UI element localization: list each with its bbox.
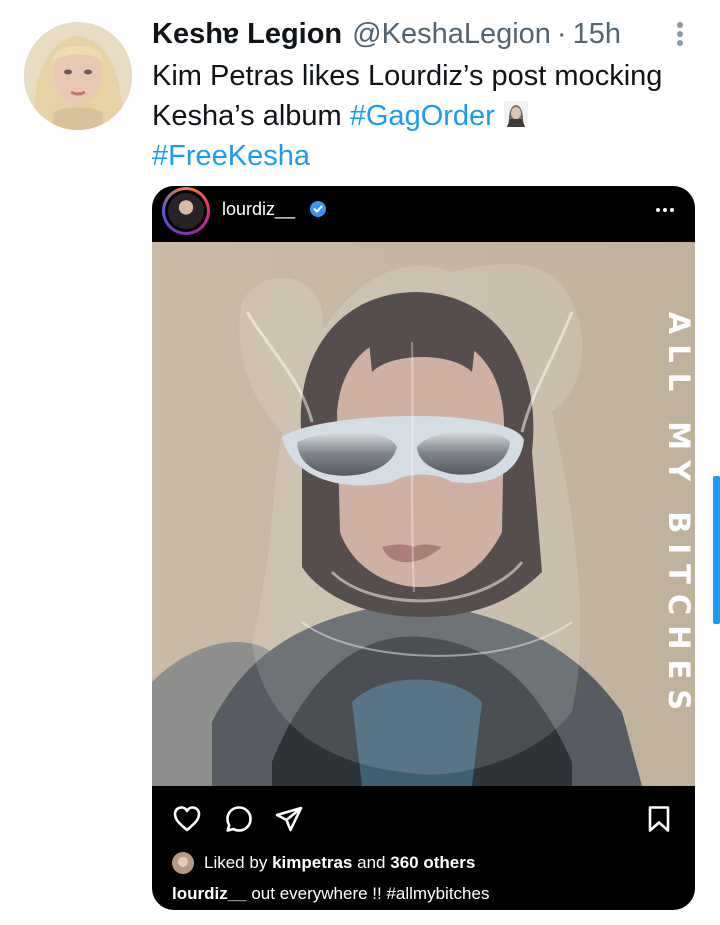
ghost-face-icon [503,101,528,127]
verified-badge-icon [310,201,326,217]
side-text-label: ALL MY BITCHES [662,311,695,721]
photo-side-text: ALL MY BITCHES [662,256,695,776]
liked-by-middle: and [357,853,386,872]
hashtag-freekesha[interactable]: #FreeKesha [152,140,310,172]
liked-by-prefix: Liked by [204,853,268,872]
instagram-caption: lourdiz__ out everywhere !! #allmybitche… [172,882,489,906]
instagram-username: lourdiz__ [222,199,296,219]
more-options-icon[interactable] [668,18,692,50]
tweet-text-line-1: Kim Petras likes Lourdiz’s post mocking [152,60,663,92]
instagram-more-icon [656,208,674,212]
timestamp[interactable]: 15h [573,14,621,54]
scrollbar-thumb[interactable] [713,476,720,624]
comment-icon [226,806,252,832]
instagram-screenshot[interactable]: lourdiz__ ALL MY BITCHES Liked by kimpet… [152,186,695,910]
separator: · [556,18,567,50]
author-avatar[interactable] [24,22,132,130]
handle[interactable]: @KeshaLegion [352,14,551,54]
tweet-text: Kim Petras likes Lourdiz’s post mocking … [152,56,712,176]
avatar-image [24,22,132,130]
instagram-actions [152,798,695,838]
tweet-header: Keshɐ Legion @KeshaLegion · 15h [152,14,621,54]
liked-by-others: 360 others [390,853,476,872]
instagram-header: lourdiz__ [152,186,695,242]
liker-avatar [172,852,194,874]
liked-by-user: kimpetras [272,853,353,872]
tweet-text-line-3: #FreeKesha [152,136,712,176]
liked-by-line: Liked by kimpetras and 360 others [172,848,475,878]
tweet: Keshɐ Legion @KeshaLegion · 15h Kim Petr… [0,0,720,925]
share-icon [275,806,303,832]
tweet-text-line-2-prefix: Kesha’s album [152,100,350,132]
caption-user: lourdiz__ [172,884,247,903]
post-photo [152,242,695,786]
photo-image [152,242,695,786]
display-name[interactable]: Keshɐ Legion [152,14,342,54]
tweet-text-line-2: Kesha’s album #GagOrder [152,96,712,136]
heart-icon [173,806,201,832]
instagram-avatar [162,187,210,235]
caption-text: out everywhere !! #allmybitches [246,884,490,903]
hashtag-gagorder[interactable]: #GagOrder [350,100,495,132]
bookmark-icon [648,806,670,832]
